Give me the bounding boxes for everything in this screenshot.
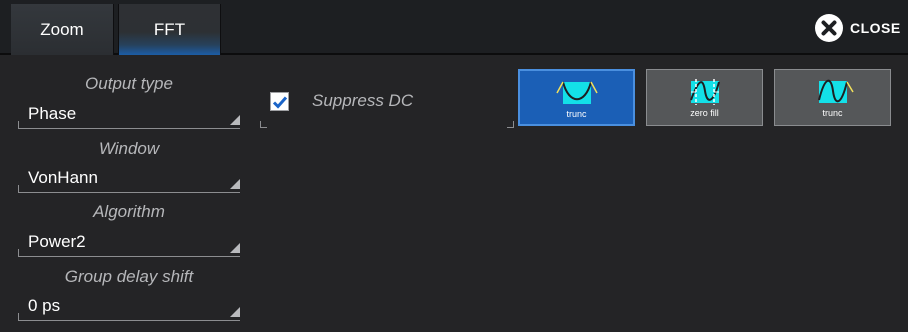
group-delay-shift-tick xyxy=(18,313,19,321)
tab-bar: Zoom FFT CLOSE xyxy=(0,0,908,55)
close-button[interactable]: CLOSE xyxy=(814,12,908,44)
window-trunc-icon xyxy=(555,79,599,107)
group-delay-shift-value: 0 ps xyxy=(28,296,61,315)
algorithm-tick xyxy=(18,249,19,257)
tab-zoom[interactable]: Zoom xyxy=(11,4,114,55)
output-type-value: Phase xyxy=(28,104,77,123)
checkmark-icon xyxy=(272,96,288,109)
window-trunc-label: trunc xyxy=(566,109,587,119)
algorithm-underline xyxy=(18,256,240,257)
suppress-dc-label: Suppress DC xyxy=(312,91,414,110)
suppress-dc-corner-left xyxy=(260,121,267,128)
tab-fft[interactable]: FFT xyxy=(118,4,221,55)
window-zero-fill-button[interactable]: zero fill xyxy=(646,69,763,126)
algorithm-value: Power2 xyxy=(28,232,86,251)
output-type-label: Output type xyxy=(85,74,173,93)
window-zero-fill-icon xyxy=(683,78,727,106)
suppress-dc-checkbox[interactable] xyxy=(270,92,289,111)
suppress-dc-group: Suppress DC xyxy=(258,78,514,128)
window-trunc-label-2: trunc xyxy=(822,108,843,118)
tab-zoom-label: Zoom xyxy=(40,19,84,39)
dropdown-arrow-icon xyxy=(230,179,240,189)
suppress-dc-corner-right xyxy=(507,121,514,128)
dropdown-arrow-icon xyxy=(230,307,240,317)
group-delay-shift-underline xyxy=(18,320,240,321)
algorithm-label: Algorithm xyxy=(93,202,165,221)
close-label: CLOSE xyxy=(850,20,901,36)
window-trunc-button[interactable]: trunc xyxy=(518,69,635,126)
window-trunc-button-2[interactable]: trunc xyxy=(774,69,891,126)
window-tick xyxy=(18,185,19,193)
output-type-tick xyxy=(18,121,19,129)
window-value: VonHann xyxy=(28,168,98,187)
window-trunc-icon xyxy=(811,78,855,106)
group-delay-shift-input[interactable]: 0 ps xyxy=(18,295,244,321)
dropdown-arrow-icon xyxy=(230,115,240,125)
tab-fft-label: FFT xyxy=(153,19,186,39)
window-zero-fill-label: zero fill xyxy=(690,108,719,118)
window-select[interactable]: VonHann xyxy=(18,167,244,193)
window-label: Window xyxy=(98,139,160,158)
output-type-select[interactable]: Phase xyxy=(18,103,244,129)
dropdown-arrow-icon xyxy=(230,243,240,253)
algorithm-select[interactable]: Power2 xyxy=(18,231,244,257)
close-circle-icon xyxy=(814,13,844,43)
output-type-underline xyxy=(18,128,240,129)
window-underline xyxy=(18,192,240,193)
group-delay-shift-label: Group delay shift xyxy=(64,267,194,286)
